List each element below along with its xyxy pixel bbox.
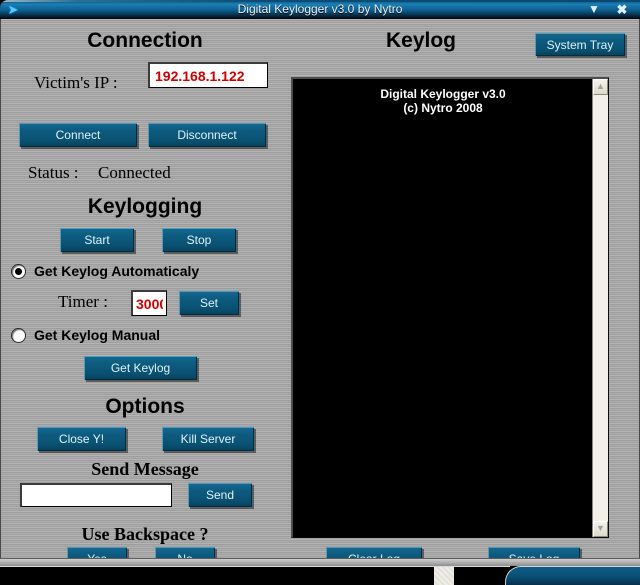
radio-get-keylog-manual[interactable]: Get Keylog Manual xyxy=(12,327,160,343)
disconnect-button[interactable]: Disconnect xyxy=(148,123,266,147)
get-keylog-button[interactable]: Get Keylog xyxy=(84,356,197,380)
application-window: ➤ Digital Keylogger v3.0 by Nytro ▼ ✖ Co… xyxy=(0,0,640,571)
stop-button[interactable]: Stop xyxy=(162,228,236,252)
timer-label: Timer : xyxy=(58,292,108,311)
radio-indicator-manual[interactable] xyxy=(12,328,25,342)
title-bar[interactable]: ➤ Digital Keylogger v3.0 by Nytro ▼ ✖ xyxy=(0,0,640,19)
victim-ip-label: Victim's IP : xyxy=(34,73,118,92)
keylog-scrollbar[interactable]: ▲ ▼ xyxy=(592,79,608,537)
system-tray-button[interactable]: System Tray xyxy=(535,33,625,56)
radio-label-auto: Get Keylog Automaticaly xyxy=(34,263,200,279)
window-title: Digital Keylogger v3.0 by Nytro xyxy=(237,2,403,16)
desktop-taskbar xyxy=(0,566,640,585)
options-heading: Options xyxy=(105,395,185,418)
taskbar-item[interactable] xyxy=(434,567,454,585)
close-icon[interactable]: ✖ xyxy=(614,2,630,17)
radio-label-manual: Get Keylog Manual xyxy=(34,327,161,343)
window-bottom-bevel xyxy=(0,558,640,566)
scroll-up-icon[interactable]: ▲ xyxy=(593,79,608,95)
radio-indicator-auto[interactable] xyxy=(12,264,25,278)
close-y-button[interactable]: Close Y! xyxy=(37,427,126,451)
message-input[interactable] xyxy=(20,483,172,507)
keylog-heading: Keylog xyxy=(385,29,456,52)
timer-input[interactable] xyxy=(131,290,167,316)
send-message-label: Send Message xyxy=(91,459,199,479)
victim-ip-input[interactable] xyxy=(148,62,268,88)
use-backspace-label: Use Backspace ? xyxy=(81,524,209,544)
keylog-output-text: Digital Keylogger v3.0 (c) Nytro 2008 xyxy=(380,87,506,115)
connection-heading: Connection xyxy=(87,29,203,52)
start-button[interactable]: Start xyxy=(60,228,134,252)
client-area: Connection Victim's IP : Connect Disconn… xyxy=(0,19,640,571)
send-message-button[interactable]: Send xyxy=(188,483,252,507)
connect-button[interactable]: Connect xyxy=(19,123,137,147)
taskbar-tray-area[interactable] xyxy=(505,566,640,585)
keylog-output-area[interactable]: Digital Keylogger v3.0 (c) Nytro 2008 ▲ … xyxy=(291,77,609,538)
keylogging-heading: Keylogging xyxy=(87,195,203,218)
status-label: Status : xyxy=(28,163,79,182)
radio-get-keylog-automatically[interactable]: Get Keylog Automaticaly xyxy=(12,263,199,279)
kill-server-button[interactable]: Kill Server xyxy=(162,427,254,451)
status-value: Connected xyxy=(98,163,171,182)
minimize-icon[interactable]: ▼ xyxy=(586,2,602,17)
set-timer-button[interactable]: Set xyxy=(179,291,239,315)
scroll-down-icon[interactable]: ▼ xyxy=(593,521,608,537)
